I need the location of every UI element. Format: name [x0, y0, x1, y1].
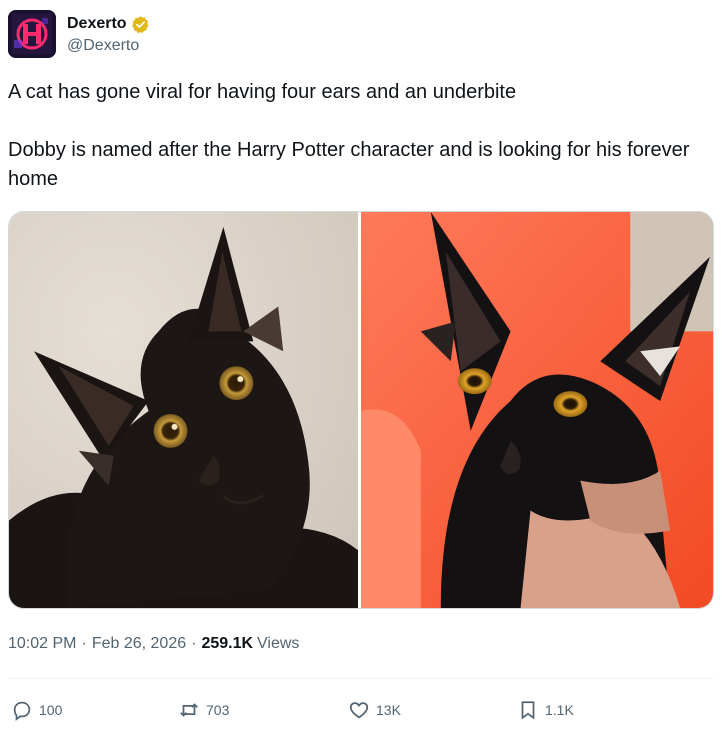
meta-separator: · [191, 635, 197, 652]
bookmark-button[interactable]: 1.1K [517, 694, 574, 726]
like-button[interactable]: 13K [348, 694, 401, 726]
tweet-date[interactable]: Feb 26, 2026 [92, 635, 186, 653]
tweet-header: Dexerto @Dexerto [8, 8, 150, 60]
tweet-text-line-1: A cat has gone viral for having four ear… [8, 81, 517, 103]
display-name[interactable]: Dexerto [67, 15, 127, 33]
repost-icon [180, 703, 198, 717]
media-grid [8, 211, 714, 609]
verified-badge-icon[interactable] [131, 15, 150, 34]
tweet-text-line-2: Dobby is named after the Harry Potter ch… [8, 139, 690, 190]
tweet-text: A cat has gone viral for having four ear… [8, 78, 708, 194]
bookmark-icon [521, 701, 535, 720]
black-cat-photo-right[interactable] [361, 212, 713, 608]
author-names: Dexerto @Dexerto [67, 13, 150, 55]
bookmark-count: 1.1K [545, 702, 574, 718]
reply-icon [13, 701, 31, 721]
like-count: 13K [376, 702, 401, 718]
repost-count: 703 [206, 702, 230, 718]
reply-button[interactable]: 100 [11, 694, 62, 726]
tweet-meta: 10:02 PM · Feb 26, 2026 · 259.1K Views [8, 633, 299, 655]
reply-count: 100 [39, 702, 63, 718]
meta-separator: · [81, 635, 87, 652]
avatar[interactable] [8, 10, 56, 58]
repost-button[interactable]: 703 [178, 694, 229, 726]
action-bar: 100 703 13K 1.1K [8, 694, 708, 726]
views-count: 259.1K [201, 635, 254, 652]
tweet-time[interactable]: 10:02 PM [8, 635, 76, 653]
divider [8, 678, 714, 679]
dexerto-logo-icon [8, 10, 56, 58]
views-label: Views [257, 635, 300, 652]
heart-icon [349, 702, 369, 719]
handle[interactable]: @Dexerto [67, 37, 150, 55]
black-cat-photo-left[interactable] [9, 212, 358, 608]
